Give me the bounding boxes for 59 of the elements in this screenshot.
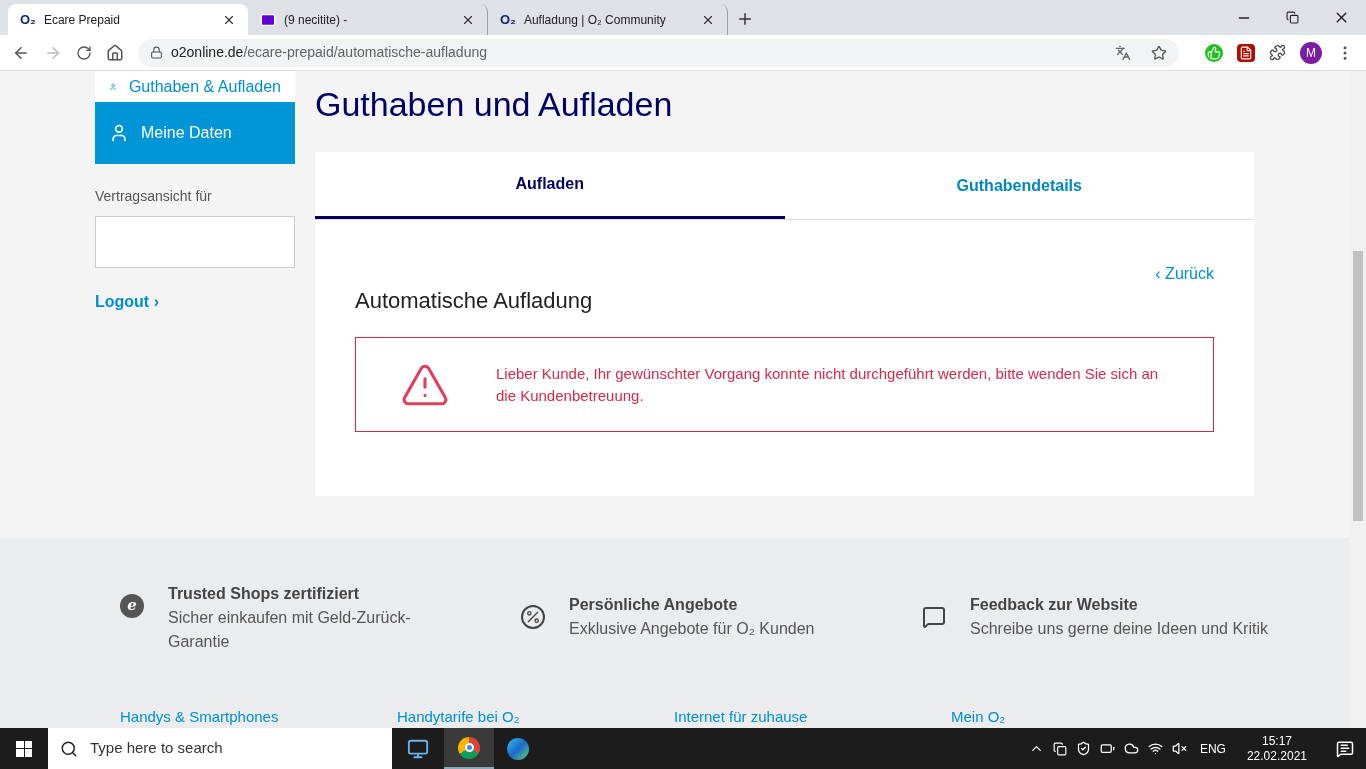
o2-logo: O₂ bbox=[20, 13, 36, 26]
sidebar-label: Meine Daten bbox=[141, 123, 232, 143]
search-icon bbox=[60, 739, 78, 758]
thumbs-up-extension-icon[interactable] bbox=[1205, 43, 1223, 62]
error-message: Lieber Kunde, Ihr gewünschter Vorgang konnte nicht durchgeführt werden, bitte wenden Sie sich an die Kundenbetreuung. bbox=[496, 363, 1160, 406]
trusted-seal: e bbox=[120, 593, 144, 618]
extensions-icon[interactable] bbox=[1269, 44, 1286, 61]
notifications-icon[interactable] bbox=[1336, 739, 1354, 758]
taskbar-search-field[interactable]: Type here to search bbox=[48, 728, 392, 769]
bookmark-star-icon[interactable] bbox=[1151, 44, 1167, 61]
muted-speaker-icon[interactable] bbox=[1171, 741, 1187, 756]
new-tab-icon[interactable] bbox=[736, 10, 754, 28]
feedback-icon bbox=[922, 604, 946, 629]
date-text: 22.02.2021 bbox=[1246, 748, 1307, 764]
chrome-taskbar-icon[interactable] bbox=[444, 728, 494, 769]
section-title: Automatische Aufladung bbox=[355, 287, 594, 315]
battery-icon[interactable] bbox=[1099, 741, 1115, 756]
o2-logo: O₂ bbox=[500, 13, 516, 26]
url-text: o2online.de/ecare-prepaid/automatische-aufladung bbox=[171, 43, 487, 62]
address-bar[interactable]: o2online.de/ecare-prepaid/automatische-aufladung bbox=[138, 38, 1179, 67]
translate-icon[interactable] bbox=[1115, 44, 1131, 61]
pdf-extension-icon[interactable] bbox=[1237, 43, 1255, 62]
language-indicator[interactable]: ENG bbox=[1199, 739, 1226, 758]
content-tab[interactable]: Guthabendetails bbox=[784, 152, 1254, 219]
envelope-icon bbox=[260, 11, 276, 28]
windows-start-icon[interactable] bbox=[16, 740, 32, 757]
percent-icon bbox=[521, 604, 545, 629]
feature-text: Exklusive Angebote für O₂ Kunden bbox=[569, 618, 815, 639]
sidebar-label: Guthaben & Aufladen bbox=[128, 76, 281, 97]
cloud-icon[interactable] bbox=[1123, 741, 1139, 756]
search-placeholder: Type here to search bbox=[90, 738, 223, 759]
edge-taskbar-icon[interactable] bbox=[507, 737, 529, 760]
tab-title: (9 necitite) - bbox=[284, 11, 349, 29]
tab-title: Ecare Prepaid bbox=[43, 11, 121, 29]
tray-device-icon[interactable] bbox=[1052, 741, 1067, 756]
feature-title: Persönliche Angebote bbox=[569, 594, 739, 615]
clock[interactable]: 15:17 22.02.2021 bbox=[1238, 733, 1315, 764]
content-tab[interactable]: Aufladen bbox=[315, 152, 785, 219]
profile-avatar[interactable]: M bbox=[1300, 41, 1322, 64]
restore-icon[interactable] bbox=[1286, 11, 1299, 24]
computer-icon[interactable] bbox=[407, 737, 429, 760]
reload-icon[interactable] bbox=[76, 44, 92, 61]
feature-text: Schreibe uns gerne deine Ideen und Kritik bbox=[970, 618, 1268, 639]
tab-title: Aufladung | O₂ Community bbox=[523, 11, 667, 29]
contract-label: Vertragsansicht für bbox=[95, 187, 213, 206]
contract-field[interactable] bbox=[95, 216, 295, 268]
page-title: Guthaben und Aufladen bbox=[315, 84, 674, 125]
sidebar-item[interactable]: Guthaben & Aufladen bbox=[95, 71, 295, 102]
feature-title: Trusted Shops zertifiziert bbox=[168, 583, 361, 604]
lock-icon bbox=[150, 46, 163, 59]
time-text: 15:17 bbox=[1261, 733, 1292, 749]
feature-text: Sicher einkaufen mit Geld-Zurück-Garantie bbox=[168, 607, 412, 652]
wifi-icon[interactable] bbox=[1147, 741, 1163, 756]
home-icon[interactable] bbox=[106, 43, 124, 62]
shield-icon[interactable] bbox=[1075, 741, 1091, 756]
feature-title: Feedback zur Website bbox=[970, 594, 1139, 615]
person-icon bbox=[109, 123, 129, 143]
browser-tab[interactable]: O₂ Ecare Prepaid bbox=[8, 4, 248, 35]
back-link[interactable]: ‹ Zurück bbox=[1155, 262, 1214, 286]
